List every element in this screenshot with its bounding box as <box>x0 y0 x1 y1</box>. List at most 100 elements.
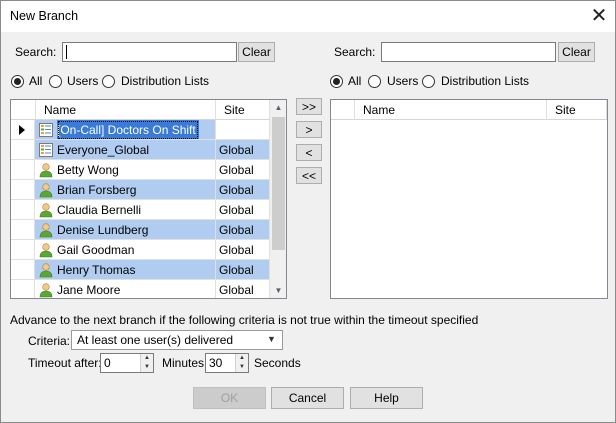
remove-all-button[interactable]: << <box>296 167 322 184</box>
right-recipient-grid: Name Site <box>330 99 608 299</box>
recipient-name: Henry Thomas <box>57 263 136 277</box>
name-cell[interactable]: Henry Thomas <box>35 260 216 280</box>
name-cell[interactable]: Jane Moore <box>35 280 216 298</box>
table-row[interactable]: Denise Lundberg Global <box>11 220 270 240</box>
add-all-button[interactable]: >> <box>296 98 322 115</box>
right-filter-dl-radio[interactable] <box>422 75 435 88</box>
name-cell[interactable]: Everyone_Global <box>35 140 216 160</box>
name-cell[interactable]: [On-Call] Doctors On Shift <box>35 120 216 140</box>
table-row[interactable]: Betty Wong Global <box>11 160 270 180</box>
left-search-label: Search: <box>15 45 57 59</box>
stepper-buttons: ▲ ▼ <box>235 354 248 372</box>
recipient-name: Gail Goodman <box>57 243 135 257</box>
row-header[interactable] <box>11 280 35 298</box>
left-filter-all-radio[interactable] <box>11 75 24 88</box>
table-row[interactable]: Brian Forsberg Global <box>11 180 270 200</box>
name-cell[interactable]: Gail Goodman <box>35 240 216 260</box>
user-icon <box>38 162 54 178</box>
table-row[interactable]: Henry Thomas Global <box>11 260 270 280</box>
table-row[interactable]: [On-Call] Doctors On Shift <box>11 120 270 140</box>
row-header-corner <box>11 100 36 120</box>
chevron-down-icon: ▼ <box>267 334 276 344</box>
table-row[interactable]: Jane Moore Global <box>11 280 270 298</box>
user-icon <box>38 202 54 218</box>
row-header[interactable] <box>11 120 35 140</box>
timeout-seconds-stepper[interactable]: 30 ▲ ▼ <box>205 353 249 373</box>
left-filter-dl-radio[interactable] <box>102 75 115 88</box>
row-header[interactable] <box>11 220 35 240</box>
name-cell[interactable]: Brian Forsberg <box>35 180 216 200</box>
site-cell[interactable] <box>216 120 270 140</box>
row-header[interactable] <box>11 180 35 200</box>
stepper-buttons: ▲ ▼ <box>140 354 153 372</box>
name-cell[interactable]: Denise Lundberg <box>35 220 216 240</box>
criteria-selected-value: At least one user(s) delivered <box>77 333 234 347</box>
recipient-name: Claudia Bernelli <box>57 203 142 217</box>
timeout-seconds-value: 30 <box>209 356 223 370</box>
timeout-label: Timeout after: <box>28 356 102 370</box>
distribution-list-icon <box>38 122 54 138</box>
scroll-up-icon[interactable]: ▲ <box>270 103 286 112</box>
scroll-thumb[interactable] <box>272 117 285 250</box>
close-button[interactable]: ✕ <box>585 3 613 29</box>
timeout-minutes-stepper[interactable]: 0 ▲ ▼ <box>100 353 154 373</box>
stepper-up-icon[interactable]: ▲ <box>235 354 248 363</box>
user-icon <box>38 182 54 198</box>
row-header[interactable] <box>11 160 35 180</box>
site-cell[interactable]: Global <box>216 140 270 160</box>
site-cell[interactable]: Global <box>216 220 270 240</box>
user-icon <box>38 262 54 278</box>
title-bar: New Branch ✕ <box>1 1 615 32</box>
close-icon: ✕ <box>590 5 608 27</box>
right-filter-users-radio[interactable] <box>368 75 381 88</box>
table-row[interactable]: Everyone_Global Global <box>11 140 270 160</box>
row-header[interactable] <box>11 240 35 260</box>
cancel-button[interactable]: Cancel <box>271 387 344 409</box>
criteria-select[interactable]: At least one user(s) delivered ▼ <box>71 330 283 350</box>
left-filter-dl-label: Distribution Lists <box>121 74 210 88</box>
stepper-up-icon[interactable]: ▲ <box>140 354 153 363</box>
column-header-site[interactable]: Site <box>216 100 270 120</box>
column-header-name[interactable]: Name <box>355 100 547 120</box>
scroll-down-icon[interactable]: ▼ <box>270 286 286 295</box>
row-header[interactable] <box>11 140 35 160</box>
right-filter-all-radio[interactable] <box>330 75 343 88</box>
ok-button[interactable]: OK <box>193 387 266 409</box>
recipient-name: Denise Lundberg <box>57 223 149 237</box>
user-icon <box>38 222 54 238</box>
right-clear-button[interactable]: Clear <box>558 42 595 62</box>
stepper-down-icon[interactable]: ▼ <box>235 363 248 372</box>
table-row[interactable]: Gail Goodman Global <box>11 240 270 260</box>
window-title: New Branch <box>10 9 79 23</box>
row-header[interactable] <box>11 260 35 280</box>
add-button[interactable]: > <box>296 121 322 138</box>
recipient-name: Everyone_Global <box>57 143 150 157</box>
right-filter-all-label: All <box>348 74 362 88</box>
site-cell[interactable]: Global <box>216 240 270 260</box>
stepper-down-icon[interactable]: ▼ <box>140 363 153 372</box>
row-header[interactable] <box>11 200 35 220</box>
column-header-site[interactable]: Site <box>547 100 607 120</box>
left-grid-scrollbar[interactable]: ▲ ▼ <box>270 100 286 298</box>
right-search-input[interactable] <box>381 42 556 62</box>
left-recipient-grid: Name Site [On-Call] Doctors On Shift Ever… <box>10 99 287 299</box>
criteria-instruction: Advance to the next branch if the follow… <box>10 313 479 327</box>
site-cell[interactable]: Global <box>216 280 270 298</box>
user-icon <box>38 242 54 258</box>
table-row[interactable]: Claudia Bernelli Global <box>11 200 270 220</box>
row-header-corner <box>331 100 355 120</box>
site-cell[interactable]: Global <box>216 180 270 200</box>
left-search-input[interactable] <box>62 42 237 62</box>
name-cell[interactable]: Claudia Bernelli <box>35 200 216 220</box>
site-cell[interactable]: Global <box>216 200 270 220</box>
left-filter-users-label: Users <box>67 74 99 88</box>
left-filter-all-label: All <box>29 74 43 88</box>
remove-button[interactable]: < <box>296 144 322 161</box>
site-cell[interactable]: Global <box>216 160 270 180</box>
site-cell[interactable]: Global <box>216 260 270 280</box>
left-clear-button[interactable]: Clear <box>238 42 275 62</box>
help-button[interactable]: Help <box>350 387 423 409</box>
name-cell[interactable]: Betty Wong <box>35 160 216 180</box>
left-filter-users-radio[interactable] <box>49 75 62 88</box>
column-header-name[interactable]: Name <box>36 100 216 120</box>
